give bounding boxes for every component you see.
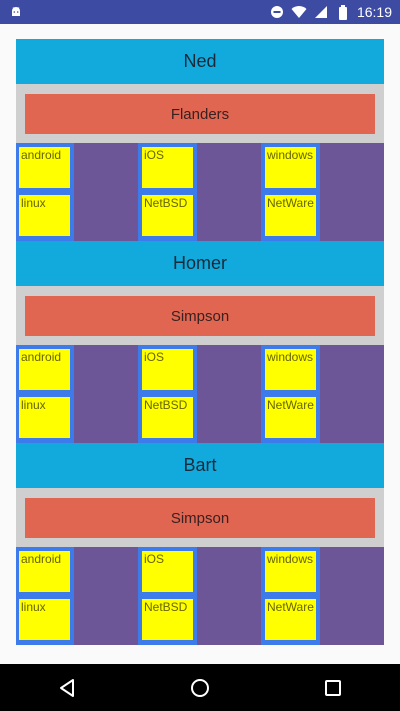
home-icon[interactable]: [180, 668, 220, 708]
person-card: Ned Flanders android iOS windows linux N…: [16, 39, 384, 241]
wifi-icon: [291, 4, 307, 20]
last-name-label: Simpson: [170, 509, 230, 527]
last-name-label: Flanders: [170, 105, 230, 123]
grid-divider: [74, 547, 138, 645]
last-name-bar: Flanders: [25, 94, 375, 134]
signal-icon: [313, 4, 329, 20]
os-cell-linux: linux: [19, 195, 70, 236]
back-icon[interactable]: [47, 668, 87, 708]
os-grid: android iOS windows linux NetBSD NetWare: [16, 547, 384, 645]
grid-divider: [197, 345, 261, 443]
grid-divider: [320, 547, 384, 645]
grid-divider: [74, 143, 138, 241]
os-cell-netbsd: NetBSD: [142, 397, 193, 438]
os-cell-android: android: [19, 551, 70, 592]
os-cell-windows: windows: [265, 349, 316, 390]
grid-divider: [320, 345, 384, 443]
os-grid: android iOS windows linux NetBSD NetWare: [16, 143, 384, 241]
grid-divider: [320, 143, 384, 241]
os-cell-android: android: [19, 147, 70, 188]
os-cell-windows: windows: [265, 147, 316, 188]
grid-divider: [74, 345, 138, 443]
do-not-disturb-icon: [269, 4, 285, 20]
os-cell-ios: iOS: [142, 349, 193, 390]
os-cell-ios: iOS: [142, 551, 193, 592]
os-cell-android: android: [19, 349, 70, 390]
main-content: Ned Flanders android iOS windows linux N…: [0, 24, 400, 664]
person-card: Bart Simpson android iOS windows linux N…: [16, 443, 384, 645]
recents-icon[interactable]: [313, 668, 353, 708]
os-cell-netbsd: NetBSD: [142, 195, 193, 236]
first-name-label: Ned: [183, 51, 217, 71]
first-name-label: Homer: [172, 253, 227, 273]
first-name-label: Bart: [183, 455, 217, 475]
first-name-header: Bart: [16, 443, 384, 488]
person-card: Homer Simpson android iOS windows linux …: [16, 241, 384, 443]
os-cell-linux: linux: [19, 599, 70, 640]
last-name-bar: Simpson: [25, 498, 375, 538]
os-cell-netbsd: NetBSD: [142, 599, 193, 640]
last-name-label: Simpson: [170, 307, 230, 325]
os-cell-ios: iOS: [142, 147, 193, 188]
navigation-bar: [0, 664, 400, 711]
os-cell-windows: windows: [265, 551, 316, 592]
os-cell-netware: NetWare: [265, 195, 316, 236]
status-time: 16:19: [356, 4, 392, 20]
android-icon: [8, 4, 24, 20]
os-cell-linux: linux: [19, 397, 70, 438]
grid-divider: [197, 143, 261, 241]
last-name-container: Simpson: [16, 488, 384, 547]
os-cell-netware: NetWare: [265, 397, 316, 438]
last-name-bar: Simpson: [25, 296, 375, 336]
last-name-container: Flanders: [16, 84, 384, 143]
grid-divider: [197, 547, 261, 645]
os-cell-netware: NetWare: [265, 599, 316, 640]
last-name-container: Simpson: [16, 286, 384, 345]
status-bar: 16:19: [0, 0, 400, 24]
first-name-header: Homer: [16, 241, 384, 286]
os-grid: android iOS windows linux NetBSD NetWare: [16, 345, 384, 443]
first-name-header: Ned: [16, 39, 384, 84]
battery-icon: [335, 4, 351, 20]
person-list[interactable]: Ned Flanders android iOS windows linux N…: [16, 39, 384, 645]
